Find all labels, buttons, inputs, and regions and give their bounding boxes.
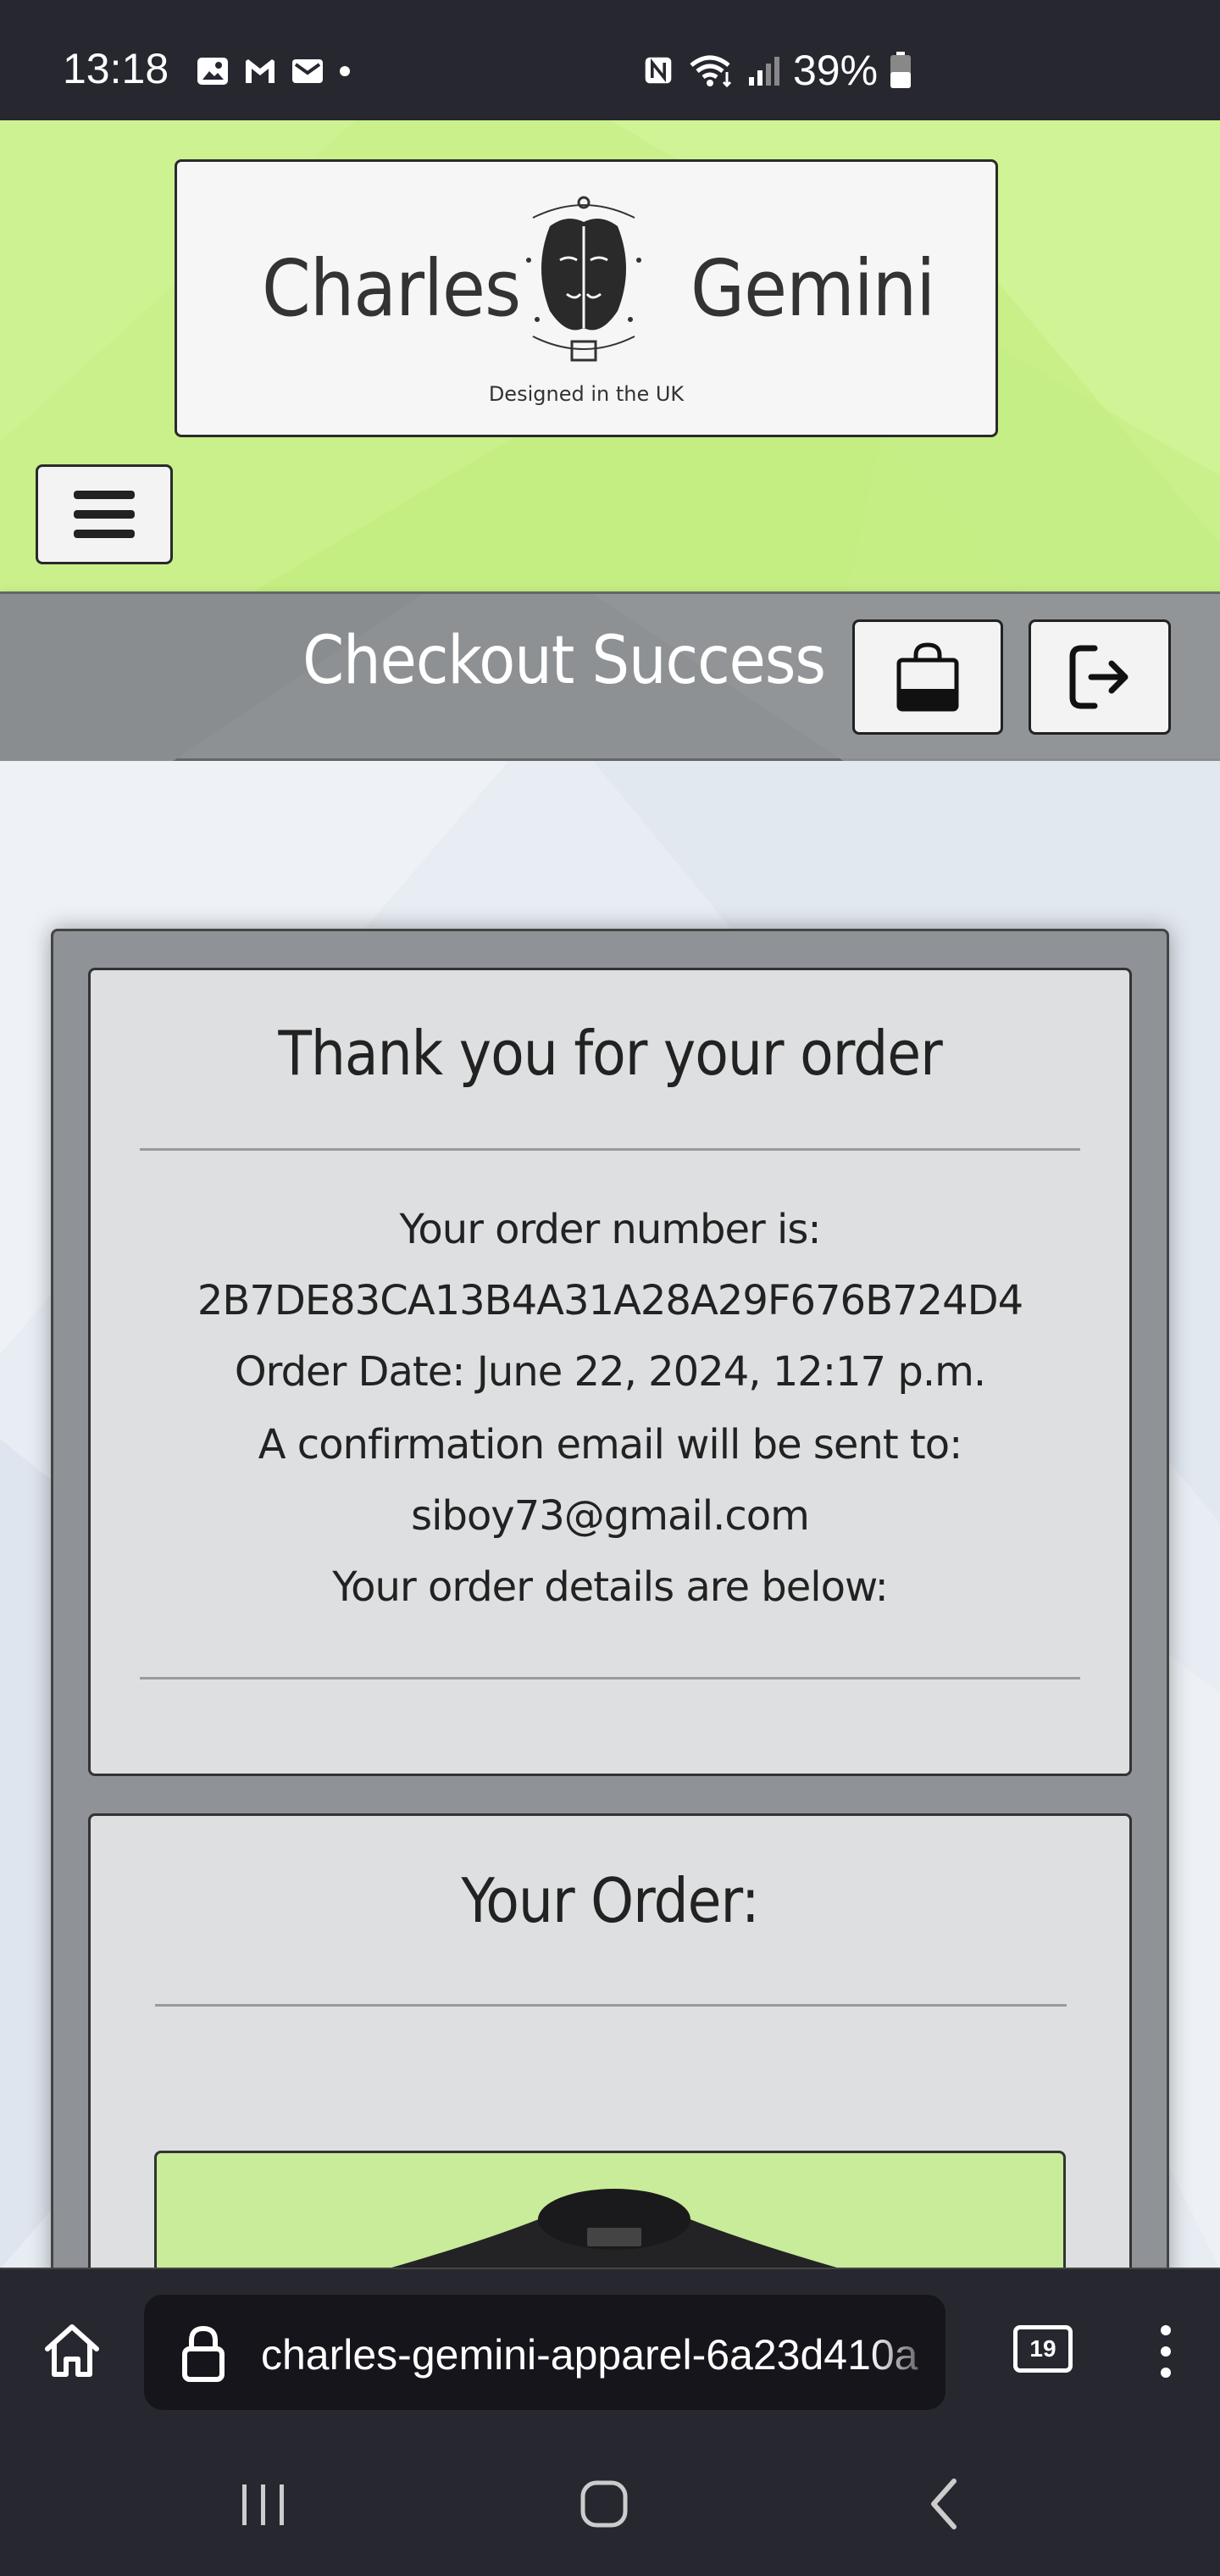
order-confirmation-card: Thank you for your order Your order numb… [88,968,1132,1776]
logout-button[interactable] [1029,619,1171,735]
confirmation-email: siboy73@gmail.com [411,1492,810,1540]
url-fade [869,2295,946,2410]
divider [155,2004,1067,2007]
order-number: 2B7DE83CA13B4A31A28A29F676B724D4 [197,1277,1023,1324]
hamburger-icon-bar [74,530,135,538]
brand-logo[interactable]: Charles Gemini Designed in the UK [175,159,998,437]
tab-switcher-button[interactable]: 19 [1013,2325,1073,2373]
status-time: 13:18 [63,45,169,92]
more-options-icon[interactable] [1157,2322,1174,2381]
logo-word-left: Charles [262,243,521,334]
dot-icon [340,66,350,76]
back-icon[interactable] [920,2474,971,2534]
hamburger-menu-button[interactable] [36,464,173,564]
wifi-icon [690,55,732,87]
logout-icon [1069,645,1128,709]
shopping-bag-button[interactable] [852,619,1003,735]
mail-icon [292,59,323,83]
image-icon [197,58,228,85]
nfc-icon [645,57,672,84]
gemini-emblem-icon [526,196,641,362]
order-details-label: Your order details are below: [332,1563,889,1611]
signal-icon [749,57,779,86]
system-icons: 39% [640,46,912,95]
status-bar: 13:18 39% [0,0,1220,120]
browser-toolbar: charles-gemini-apparel-6a23d410a 19 [0,2268,1220,2432]
hamburger-icon [74,491,135,499]
gmail-icon [246,59,274,83]
page-title-band: Checkout Success [0,591,1220,763]
shopping-bag-icon [896,642,959,712]
order-number-label: Your order number is: [399,1206,821,1253]
hamburger-icon-bar [74,510,135,519]
recent-apps-icon[interactable] [234,2479,293,2530]
divider [140,1677,1080,1679]
system-navigation-bar [0,2432,1220,2576]
confirmation-email-label: A confirmation email will be sent to: [258,1421,963,1468]
lock-icon [182,2325,225,2382]
confirmation-heading: Thank you for your order [278,1018,942,1089]
logo-word-right: Gemini [690,243,935,334]
order-heading: Your Order: [461,1865,759,1936]
battery-icon [890,52,912,88]
home-icon[interactable] [42,2322,102,2381]
page-title: Checkout Success [302,623,826,699]
order-date: Order Date: June 22, 2024, 12:17 p.m. [234,1348,986,1396]
logo-tagline: Designed in the UK [488,382,685,406]
url-text: charles-gemini-apparel-6a23d410a [261,2331,918,2379]
battery-percent: 39% [793,47,879,94]
divider [140,1148,1080,1151]
home-nav-icon[interactable] [574,2474,634,2534]
notification-icons [195,56,352,86]
address-bar[interactable]: charles-gemini-apparel-6a23d410a [144,2295,946,2410]
